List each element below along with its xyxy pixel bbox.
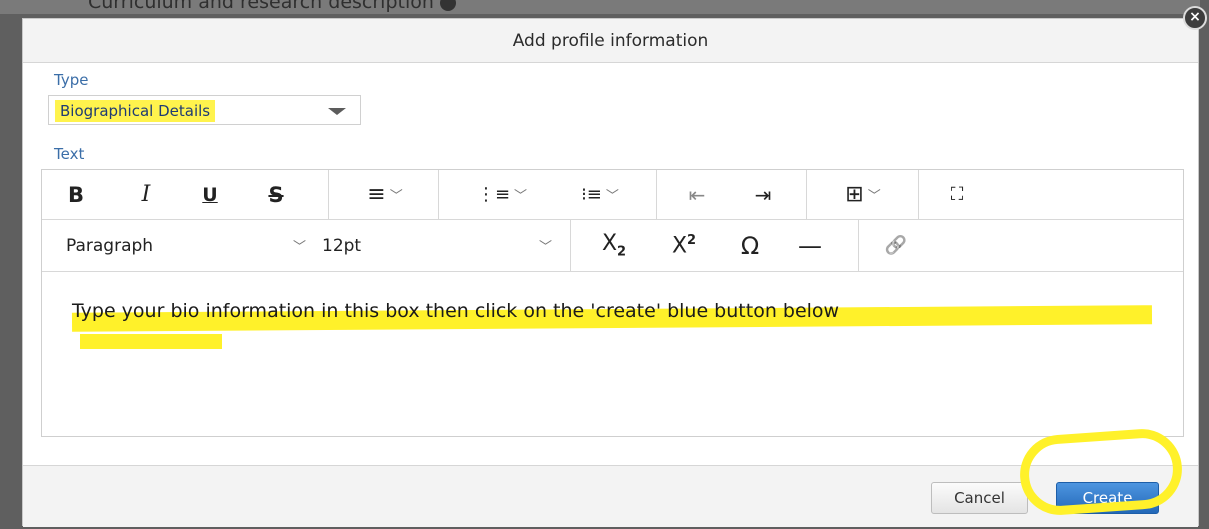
type-label: Type bbox=[54, 71, 89, 89]
underline-icon: U bbox=[202, 183, 218, 206]
toolbar-group-align: ≡ ﹀ bbox=[329, 170, 439, 219]
chevron-down-icon: ﹀ bbox=[389, 189, 403, 204]
outdent-icon: ⇤ bbox=[688, 182, 706, 207]
link-icon: 🔗 bbox=[884, 235, 908, 256]
outdent-button[interactable]: ⇤ bbox=[675, 170, 719, 219]
horizontal-rule-button[interactable]: — bbox=[785, 220, 835, 271]
omega-icon: Ω bbox=[740, 231, 760, 260]
toolbar-group-indent: ⇤ ⇥ bbox=[657, 170, 807, 219]
editor-content-text: Type your bio information in this box th… bbox=[72, 300, 840, 322]
toolbar-group-table: ⊞ ﹀ bbox=[807, 170, 919, 219]
background-section-label: Curriculum and research description bbox=[88, 0, 434, 13]
highlight-circle-annotation bbox=[1017, 426, 1185, 518]
add-profile-dialog: Add profile information Type Biographica… bbox=[22, 18, 1199, 527]
toolbar-group-lists: ⋮≡ ﹀ ⁝≡ ﹀ bbox=[439, 170, 657, 219]
font-size-dropdown[interactable]: 12pt ﹀ bbox=[322, 220, 552, 271]
special-character-button[interactable]: Ω bbox=[725, 220, 775, 271]
help-icon bbox=[439, 0, 456, 11]
type-select-value: Biographical Details bbox=[55, 100, 216, 122]
italic-button[interactable]: I bbox=[126, 170, 166, 219]
numbered-list-icon: ⋮≡ bbox=[476, 184, 511, 205]
font-size-value: 12pt bbox=[322, 235, 362, 256]
close-icon[interactable]: × bbox=[1183, 6, 1207, 30]
chevron-down-icon: ﹀ bbox=[514, 189, 528, 204]
rich-text-editor: B I U S ≡ ﹀ ⋮≡ ﹀ ⁝≡ ﹀ ⇤ ⇥ ⊞ ﹀ ⛶ Paragrap… bbox=[41, 169, 1184, 437]
caret-down-icon bbox=[328, 108, 346, 115]
underline-button[interactable]: U bbox=[190, 170, 230, 219]
align-left-icon: ≡ bbox=[367, 182, 386, 207]
block-format-value: Paragraph bbox=[66, 235, 154, 256]
type-select[interactable]: Biographical Details bbox=[48, 95, 361, 125]
dialog-title: Add profile information bbox=[23, 19, 1198, 63]
toolbar-group-insert: X2 X2 Ω — bbox=[571, 220, 859, 271]
link-button[interactable]: 🔗 bbox=[874, 220, 918, 271]
strikethrough-button[interactable]: S bbox=[256, 170, 296, 219]
align-dropdown[interactable]: ≡ ﹀ bbox=[345, 170, 425, 219]
superscript-icon: X2 bbox=[671, 232, 697, 259]
toolbar-group-text-style: B I U S bbox=[42, 170, 329, 219]
bullet-list-dropdown[interactable]: ⁝≡ ﹀ bbox=[557, 170, 643, 219]
block-format-dropdown[interactable]: Paragraph ﹀ bbox=[66, 220, 306, 271]
indent-icon: ⇥ bbox=[754, 182, 772, 207]
chevron-down-icon: ﹀ bbox=[538, 240, 552, 255]
text-label: Text bbox=[54, 145, 85, 163]
horizontal-rule-icon: — bbox=[798, 231, 822, 260]
indent-button[interactable]: ⇥ bbox=[741, 170, 785, 219]
fullscreen-icon: ⛶ bbox=[950, 184, 964, 205]
bullet-list-icon: ⁝≡ bbox=[581, 184, 602, 205]
strikethrough-icon: S bbox=[268, 182, 284, 207]
bold-button[interactable]: B bbox=[56, 170, 96, 219]
subscript-icon: X2 bbox=[601, 231, 627, 260]
toolbar-row-insert: Paragraph ﹀ 12pt ﹀ X2 X2 Ω — 🔗 bbox=[42, 220, 1183, 272]
cancel-button[interactable]: Cancel bbox=[931, 482, 1028, 514]
toolbar-group-font: Paragraph ﹀ 12pt ﹀ bbox=[42, 220, 571, 271]
superscript-button[interactable]: X2 bbox=[659, 220, 709, 271]
editor-content-area[interactable]: Type your bio information in this box th… bbox=[42, 272, 1183, 436]
subscript-button[interactable]: X2 bbox=[589, 220, 639, 271]
chevron-down-icon: ﹀ bbox=[867, 189, 881, 204]
fullscreen-button[interactable]: ⛶ bbox=[937, 170, 977, 219]
highlight-stroke bbox=[80, 334, 222, 349]
numbered-list-dropdown[interactable]: ⋮≡ ﹀ bbox=[459, 170, 545, 219]
table-icon: ⊞ bbox=[845, 182, 864, 207]
chevron-down-icon: ﹀ bbox=[292, 240, 306, 255]
background-section-header: Curriculum and research description bbox=[0, 0, 1200, 14]
italic-icon: I bbox=[141, 182, 151, 207]
bold-icon: B bbox=[67, 182, 84, 207]
toolbar-row-formatting: B I U S ≡ ﹀ ⋮≡ ﹀ ⁝≡ ﹀ ⇤ ⇥ ⊞ ﹀ ⛶ bbox=[42, 170, 1183, 220]
table-dropdown[interactable]: ⊞ ﹀ bbox=[823, 170, 903, 219]
chevron-down-icon: ﹀ bbox=[605, 189, 619, 204]
